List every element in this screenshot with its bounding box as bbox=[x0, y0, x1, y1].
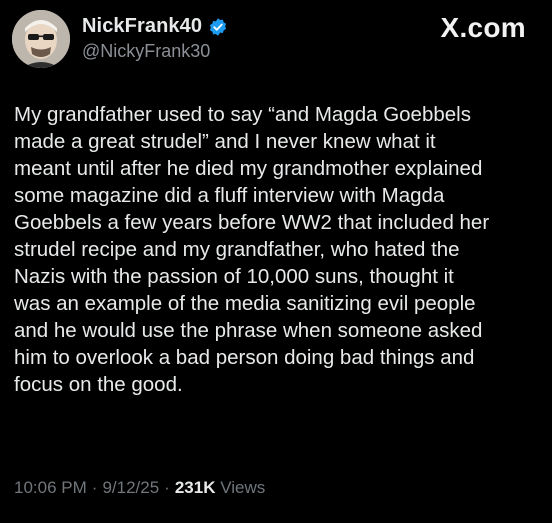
meta-separator: · bbox=[164, 478, 170, 497]
avatar[interactable] bbox=[12, 10, 70, 68]
cartoon-avatar-icon bbox=[12, 10, 70, 68]
author-handle[interactable]: @NickyFrank30 bbox=[82, 41, 210, 62]
post-card: NickFrank40 @NickyFrank30 X.com My grand… bbox=[0, 0, 552, 523]
views-count: 231K bbox=[174, 478, 216, 497]
author-name-row[interactable]: NickFrank40 bbox=[82, 15, 228, 38]
post-date[interactable]: 9/12/25 bbox=[102, 478, 159, 498]
post-meta: 10:06 PM · 9/12/25 · 231K Views bbox=[14, 478, 265, 498]
views-label: Views bbox=[220, 478, 266, 497]
verified-badge-icon bbox=[208, 17, 228, 37]
meta-separator: · bbox=[91, 478, 98, 497]
author-display-name[interactable]: NickFrank40 bbox=[82, 15, 202, 38]
post-time[interactable]: 10:06 PM bbox=[14, 478, 87, 498]
post-text: My grandfather used to say “and Magda Go… bbox=[14, 103, 490, 396]
brand-watermark: X.com bbox=[440, 12, 526, 43]
